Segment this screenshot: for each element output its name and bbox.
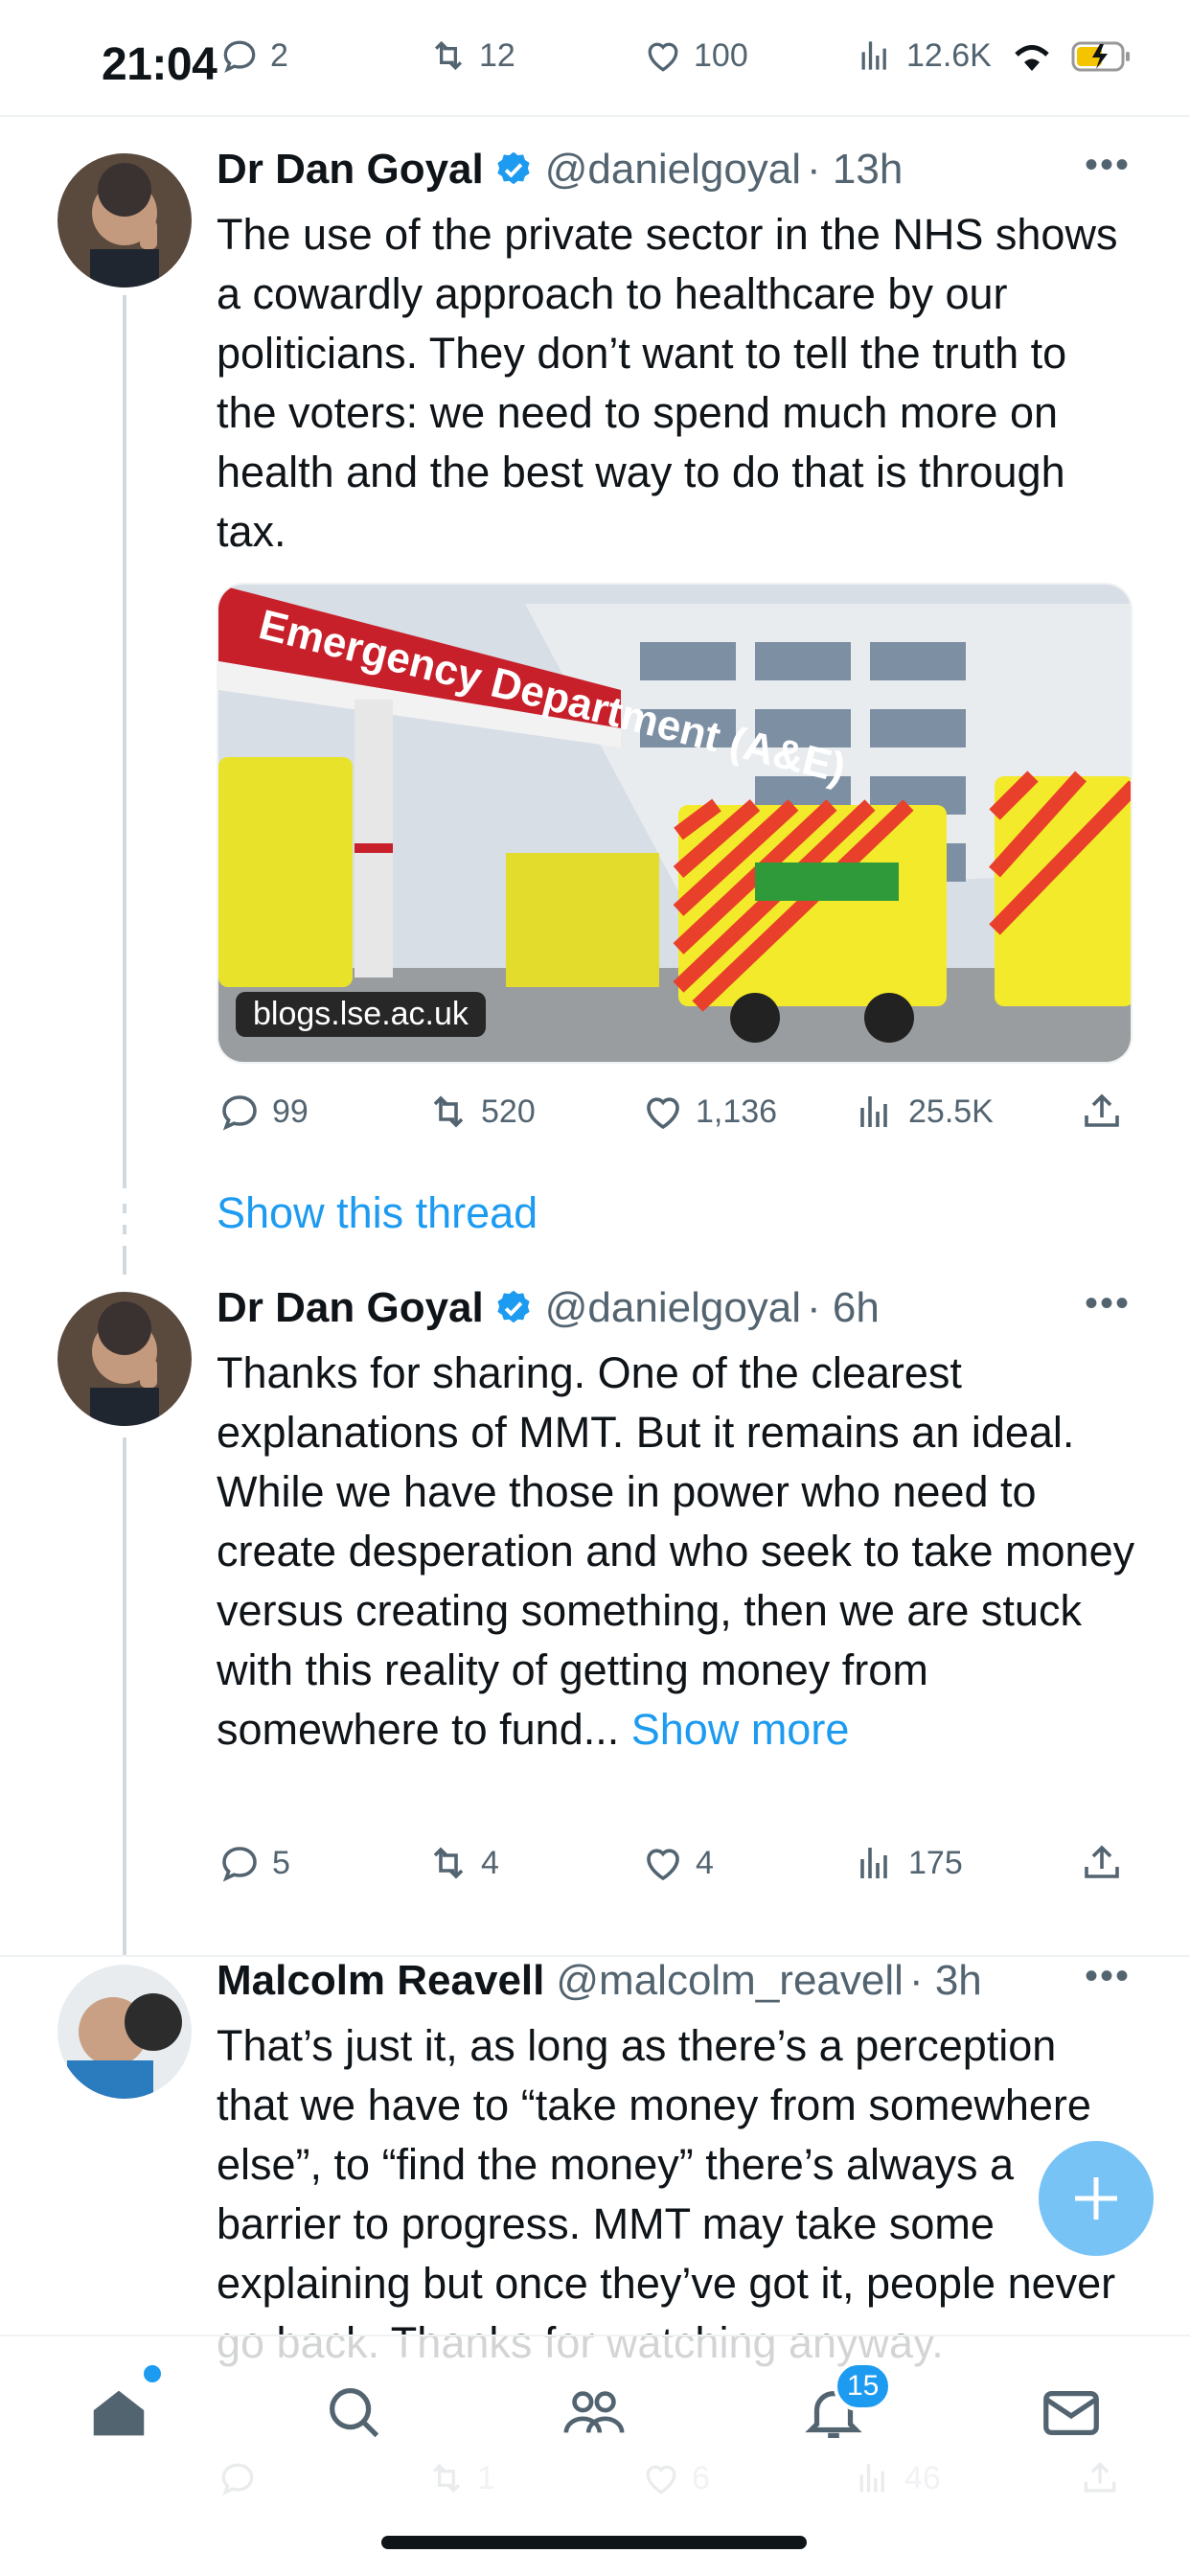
show-thread-link[interactable]: Show this thread	[217, 1188, 538, 1238]
views-count: 25.5K	[908, 1092, 994, 1130]
tab-search[interactable]	[316, 2375, 393, 2451]
previous-tweet-actions: 2 12 100 12.6K	[218, 27, 1133, 84]
tweet-actions: 5 4 4 175	[217, 1834, 1136, 1892]
tab-communities[interactable]	[556, 2375, 632, 2451]
notification-dot	[144, 2365, 161, 2382]
reply-button[interactable]: 2	[218, 27, 288, 84]
share-icon	[1085, 1093, 1119, 1127]
thread-line-gap	[123, 1225, 126, 1234]
search-icon	[330, 2388, 379, 2438]
like-button[interactable]: 1,136	[640, 1083, 777, 1140]
heart-icon	[648, 42, 678, 72]
tweet-text: Thanks for sharing. One of the clearest …	[217, 1344, 1136, 1760]
author-name[interactable]: Malcolm Reavell	[217, 1957, 544, 2005]
like-count: 100	[694, 36, 748, 74]
plus-icon	[1075, 2177, 1117, 2220]
author-handle[interactable]: @danielgoyal	[545, 1284, 801, 1332]
thread-line	[123, 1438, 126, 1955]
notifications-badge: 15	[834, 2361, 893, 2411]
compose-button[interactable]	[1039, 2141, 1154, 2256]
repost-icon	[433, 1095, 464, 1128]
reply-button[interactable]: 5	[217, 1834, 290, 1892]
tweet-time: · 13h	[807, 146, 904, 193]
tab-notifications[interactable]: 15	[795, 2361, 893, 2451]
tweet-text: The use of the private sector in the NHS…	[217, 210, 1118, 556]
like-count: 4	[696, 1844, 714, 1881]
tweet-header: Dr Dan Goyal @danielgoyal · 6h	[217, 1284, 880, 1332]
avatar[interactable]	[57, 1292, 192, 1426]
repost-button[interactable]: 520	[425, 1083, 536, 1140]
views-count: 175	[908, 1844, 963, 1881]
verified-badge-icon	[497, 1290, 530, 1323]
tweet-time: · 6h	[807, 1284, 880, 1331]
home-indicator	[381, 2536, 807, 2549]
reply-count: 2	[270, 36, 288, 74]
views-icon	[860, 1848, 887, 1878]
like-count: 1,136	[696, 1092, 778, 1130]
like-button[interactable]: 100	[642, 27, 748, 84]
repost-button[interactable]: 12	[427, 27, 515, 84]
repost-count: 520	[481, 1092, 536, 1130]
repost-icon	[433, 1847, 464, 1879]
reply-count: 5	[272, 1844, 290, 1881]
views-icon	[860, 1096, 887, 1127]
share-icon	[1085, 1845, 1119, 1878]
status-time: 21:04	[102, 39, 217, 90]
tweet-body: Thanks for sharing. One of the clearest …	[217, 1348, 1135, 1754]
heart-icon	[647, 1097, 679, 1130]
repost-count: 12	[479, 36, 515, 74]
tweet-header: Dr Dan Goyal @danielgoyal · 13h	[217, 146, 903, 194]
reply-button[interactable]: 99	[217, 1083, 309, 1140]
verified-badge-icon	[497, 151, 530, 185]
repost-button[interactable]: 4	[425, 1834, 499, 1892]
tweet-actions: 99 520 1,136 25.5K	[217, 1083, 1136, 1140]
author-handle[interactable]: @danielgoyal	[545, 146, 801, 194]
more-options-icon[interactable]: •••	[1085, 1282, 1131, 1325]
share-button[interactable]	[1079, 1834, 1125, 1892]
views-button[interactable]: 175	[853, 1834, 963, 1892]
tab-home[interactable]	[80, 2365, 161, 2451]
tweet-text: That’s just it, as long as there’s a per…	[217, 2021, 1116, 2367]
reply-icon	[222, 1847, 257, 1882]
show-more-link[interactable]: Show more	[631, 1705, 850, 1754]
avatar[interactable]	[57, 153, 192, 288]
media-source-label: blogs.lse.ac.uk	[236, 992, 486, 1037]
reply-count: 99	[272, 1092, 309, 1130]
views-button[interactable]: 12.6K	[855, 27, 992, 84]
views-count: 12.6K	[906, 36, 992, 74]
reply-icon	[222, 1095, 257, 1131]
tab-messages[interactable]	[1033, 2375, 1110, 2451]
communities-icon	[563, 2391, 625, 2433]
thread-line	[123, 295, 126, 1188]
author-handle[interactable]: @malcolm_reavell	[556, 1957, 904, 2005]
tweet-time: · 3h	[908, 1957, 982, 2004]
divider	[0, 115, 1190, 117]
tweet-media[interactable]: Emergency Department (A&E) blogs.lse.ac.…	[217, 583, 1133, 1064]
like-button[interactable]: 4	[640, 1834, 714, 1892]
home-icon	[93, 2390, 145, 2436]
more-options-icon[interactable]: •••	[1085, 1955, 1131, 1998]
tweet-header: Malcolm Reavell @malcolm_reavell · 3h	[217, 1957, 982, 2005]
repost-count: 4	[481, 1844, 499, 1881]
thread-line	[123, 1246, 126, 1275]
share-button[interactable]	[1079, 1083, 1125, 1140]
repost-icon	[434, 40, 463, 71]
more-options-icon[interactable]: •••	[1085, 144, 1131, 187]
heart-icon	[647, 1849, 679, 1881]
avatar[interactable]	[57, 1965, 192, 2099]
thread-line-gap	[123, 1204, 126, 1213]
views-button[interactable]: 25.5K	[853, 1083, 994, 1140]
reply-icon	[223, 40, 256, 73]
author-name[interactable]: Dr Dan Goyal	[217, 1284, 484, 1332]
mail-icon	[1043, 2390, 1099, 2436]
author-name[interactable]: Dr Dan Goyal	[217, 146, 484, 194]
views-icon	[861, 41, 886, 70]
